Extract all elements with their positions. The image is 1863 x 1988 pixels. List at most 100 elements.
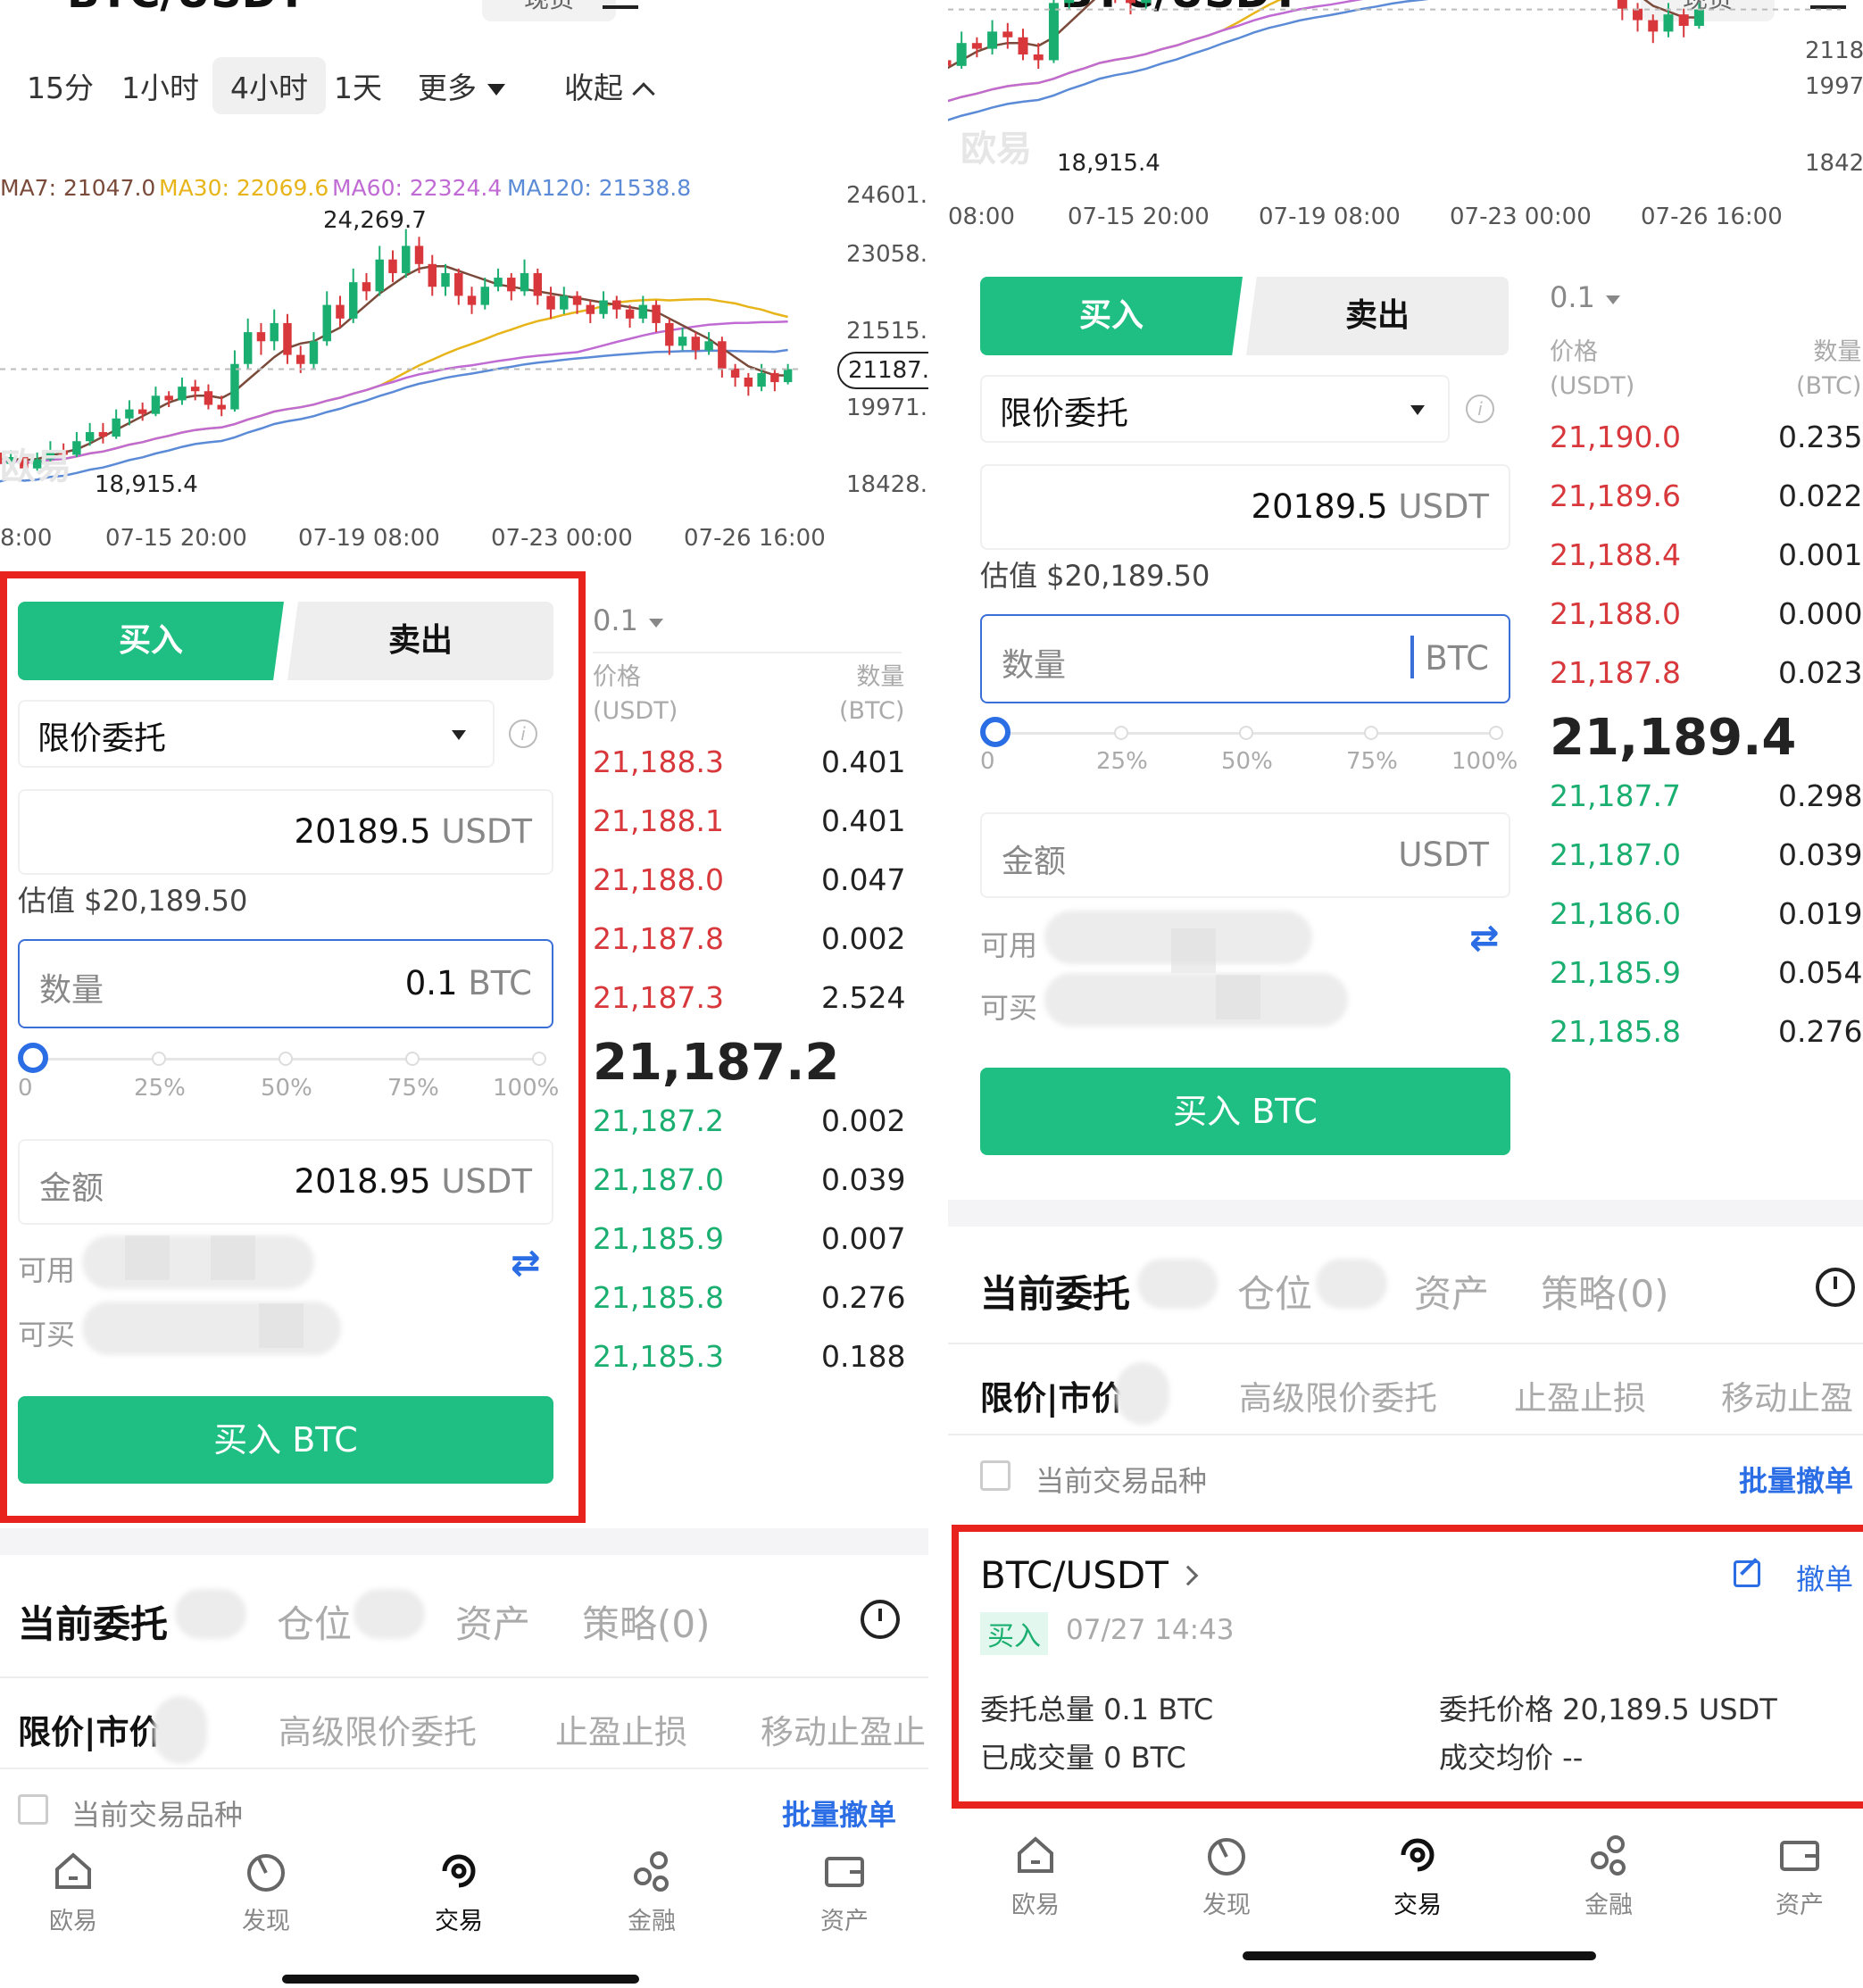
sell-tab-button[interactable]: 卖出 — [1246, 277, 1509, 355]
bid-price[interactable]: 21,187.7 — [1550, 778, 1681, 813]
tab-assets[interactable]: 资产 — [1414, 1264, 1489, 1318]
slider-stop[interactable] — [1239, 726, 1253, 740]
ask-price[interactable]: 21,190.0 — [1550, 420, 1681, 454]
ask-price[interactable]: 21,188.3 — [593, 744, 724, 779]
chart-settings-icon[interactable] — [603, 0, 638, 9]
info-icon[interactable]: i — [1466, 395, 1494, 423]
nav-trade[interactable]: 交易 — [1364, 1832, 1471, 1920]
candle-body — [428, 263, 437, 287]
swap-icon[interactable]: ⇄ — [1469, 918, 1500, 959]
nav-home[interactable]: 欧易 — [982, 1832, 1089, 1920]
bid-price[interactable]: 21,185.3 — [593, 1339, 724, 1374]
subtab-advanced-limit[interactable]: 高级限价委托 — [1239, 1371, 1437, 1419]
hidden-count — [353, 1589, 425, 1639]
tab-1d[interactable]: 1天 — [334, 64, 382, 107]
discover-icon — [243, 1848, 289, 1894]
price-input[interactable]: 20189.5 USDT — [980, 464, 1510, 550]
depth-step-select[interactable]: 0.1 — [1550, 280, 1620, 314]
candle-body — [98, 432, 108, 437]
bid-price[interactable]: 21,185.9 — [1550, 955, 1681, 990]
history-icon[interactable] — [1816, 1268, 1855, 1307]
subtab-limit-market[interactable]: 限价|市价 — [980, 1371, 1125, 1419]
tab-current-orders[interactable]: 当前委托 — [980, 1264, 1130, 1318]
tab-positions[interactable]: 仓位 — [277, 1594, 352, 1649]
order-type-label: 限价委托 — [1000, 395, 1129, 432]
buy-tab-button[interactable]: 买入 — [980, 277, 1243, 355]
candle-body — [625, 309, 635, 319]
tab-assets[interactable]: 资产 — [455, 1594, 530, 1649]
amount-input[interactable]: 金额 USDT — [980, 812, 1510, 898]
quantity-unit: BTC — [1425, 639, 1489, 678]
current-price-marker: 21187.2 — [837, 352, 928, 389]
ask-price[interactable]: 21,187.8 — [1550, 655, 1681, 690]
nav-finance[interactable]: 金融 — [1555, 1832, 1662, 1920]
nav-finance[interactable]: 金融 — [598, 1848, 705, 1936]
collapse-button[interactable]: 收起 — [564, 64, 655, 107]
subtab-advanced-limit[interactable]: 高级限价委托 — [279, 1705, 477, 1753]
history-icon[interactable] — [861, 1600, 900, 1639]
subtab-trailing[interactable]: 移动止盈 — [1721, 1371, 1853, 1419]
pair-title[interactable]: BTC/USDT — [67, 0, 306, 18]
home-indicator — [1243, 1951, 1596, 1960]
ask-price[interactable]: 21,188.1 — [593, 803, 724, 838]
candle-body — [151, 395, 161, 414]
bid-price[interactable]: 21,185.8 — [1550, 1014, 1681, 1049]
discover-icon — [1203, 1832, 1250, 1878]
nav-home[interactable]: 欧易 — [20, 1848, 127, 1936]
ask-price[interactable]: 21,188.0 — [1550, 596, 1681, 631]
subtab-tp-sl[interactable]: 止盈止损 — [555, 1705, 687, 1753]
nav-assets[interactable]: 资产 — [791, 1848, 898, 1936]
bid-price[interactable]: 21,185.8 — [593, 1280, 724, 1315]
slider-stop[interactable] — [1114, 726, 1128, 740]
bid-price[interactable]: 21,187.0 — [1550, 837, 1681, 872]
batch-cancel-button[interactable]: 批量撤单 — [1739, 1459, 1853, 1500]
bid-price[interactable]: 21,187.2 — [593, 1103, 724, 1138]
tab-4h[interactable]: 4小时 — [212, 57, 326, 114]
tab-15m[interactable]: 15分 — [27, 64, 94, 107]
market-type-pill[interactable]: 现货 — [482, 0, 616, 21]
order-type-select[interactable]: 限价委托 — [980, 375, 1450, 443]
tab-strategy[interactable]: 策略(0) — [582, 1594, 711, 1649]
tab-current-orders[interactable]: 当前委托 — [18, 1594, 168, 1649]
tab-more-label: 更多 — [418, 71, 477, 105]
bid-qty: 0.039 — [821, 1162, 906, 1197]
tab-1h[interactable]: 1小时 — [121, 64, 199, 107]
subtab-tp-sl[interactable]: 止盈止损 — [1514, 1371, 1646, 1419]
hidden-count — [1137, 1259, 1218, 1309]
nav-discover[interactable]: 发现 — [212, 1848, 320, 1936]
tab-positions[interactable]: 仓位 — [1237, 1264, 1312, 1318]
tab-strategy[interactable]: 策略(0) — [1541, 1264, 1669, 1318]
candle-body — [375, 259, 384, 292]
ask-price[interactable]: 21,188.0 — [593, 862, 724, 897]
tab-more[interactable]: 更多 — [418, 64, 505, 107]
depth-step-value: 0.1 — [1550, 280, 1595, 314]
nav-trade[interactable]: 交易 — [405, 1848, 512, 1936]
candle-body — [1064, 0, 1075, 4]
bid-qty: 0.039 — [1778, 837, 1863, 872]
slider-handle[interactable] — [980, 717, 1011, 747]
subtab-limit-market[interactable]: 限价|市价 — [18, 1705, 162, 1753]
nav-assets[interactable]: 资产 — [1746, 1832, 1853, 1920]
depth-step-select[interactable]: 0.1 — [593, 603, 663, 637]
bid-price[interactable]: 21,187.0 — [593, 1162, 724, 1197]
bid-price[interactable]: 21,186.0 — [1550, 896, 1681, 931]
bid-price[interactable]: 21,185.9 — [593, 1221, 724, 1256]
slider-stop[interactable] — [1489, 726, 1503, 740]
current-pair-checkbox[interactable] — [980, 1460, 1011, 1491]
ask-price[interactable]: 21,189.6 — [1550, 478, 1681, 513]
ask-qty: 0.047 — [821, 862, 906, 897]
slider-stop[interactable] — [1364, 726, 1378, 740]
quantity-input[interactable]: 数量 BTC — [980, 614, 1510, 703]
batch-cancel-button[interactable]: 批量撤单 — [782, 1793, 896, 1834]
candle-body — [454, 272, 463, 296]
ask-price[interactable]: 21,188.4 — [1550, 537, 1681, 572]
buy-btc-button[interactable]: 买入 BTC — [980, 1068, 1510, 1155]
ask-price[interactable]: 21,187.3 — [593, 980, 724, 1015]
current-pair-checkbox[interactable] — [18, 1794, 48, 1825]
kline-chart[interactable] — [0, 214, 803, 509]
ask-price[interactable]: 21,187.8 — [593, 921, 724, 956]
subtab-trailing[interactable]: 移动止盈止 — [761, 1705, 926, 1753]
candle-body — [691, 337, 701, 351]
nav-discover[interactable]: 发现 — [1173, 1832, 1280, 1920]
y-tick: 18428 — [1805, 150, 1863, 177]
